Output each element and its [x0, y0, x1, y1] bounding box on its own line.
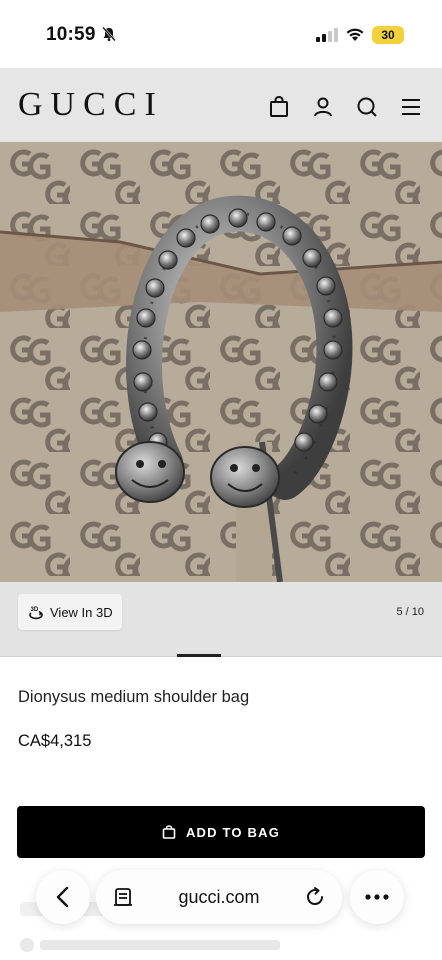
3d-rotate-icon: 3D [29, 607, 43, 620]
add-to-bag-label: ADD TO BAG [185, 824, 281, 840]
status-time: 10:59 [46, 24, 96, 45]
product-price: CA$4,315 [18, 732, 92, 750]
gallery-active-indicator [177, 654, 221, 657]
menu-icon[interactable] [400, 96, 422, 118]
more-icon [365, 894, 389, 900]
add-to-bag-button[interactable]: ADD TO BAG [17, 806, 425, 858]
account-icon[interactable] [312, 96, 334, 118]
browser-address-bar[interactable]: gucci.com [96, 870, 342, 924]
shopping-bag-icon[interactable] [268, 96, 290, 118]
product-photo [0, 142, 442, 582]
browser-more-button[interactable] [350, 870, 404, 924]
site-header: GUCCI [0, 68, 442, 142]
back-icon [56, 886, 69, 908]
product-image[interactable] [0, 142, 442, 582]
gucci-logo[interactable]: GUCCI [18, 86, 164, 124]
divider [0, 656, 442, 657]
shopping-bag-icon [162, 825, 176, 839]
signal-icon [316, 28, 338, 42]
faded-content [20, 938, 34, 952]
wifi-icon [346, 28, 364, 41]
view-in-3d-button[interactable]: 3D View In 3D [18, 594, 122, 630]
product-name: Dionysus medium shoulder bag [18, 688, 250, 706]
image-pager: 5 / 10 [396, 606, 424, 618]
gallery-controls: 3D View In 3D 5 / 10 [0, 582, 442, 656]
status-bar: 10:59 30 [0, 0, 442, 68]
battery-icon: 30 [372, 26, 404, 44]
reload-icon[interactable] [304, 886, 326, 908]
view-in-3d-label: View In 3D [50, 604, 113, 620]
svg-text:3D: 3D [31, 607, 39, 613]
browser-back-button[interactable] [36, 870, 90, 924]
bell-off-icon [102, 26, 116, 42]
battery-level: 30 [381, 28, 395, 42]
search-icon[interactable] [356, 96, 378, 118]
faded-content [40, 940, 280, 950]
